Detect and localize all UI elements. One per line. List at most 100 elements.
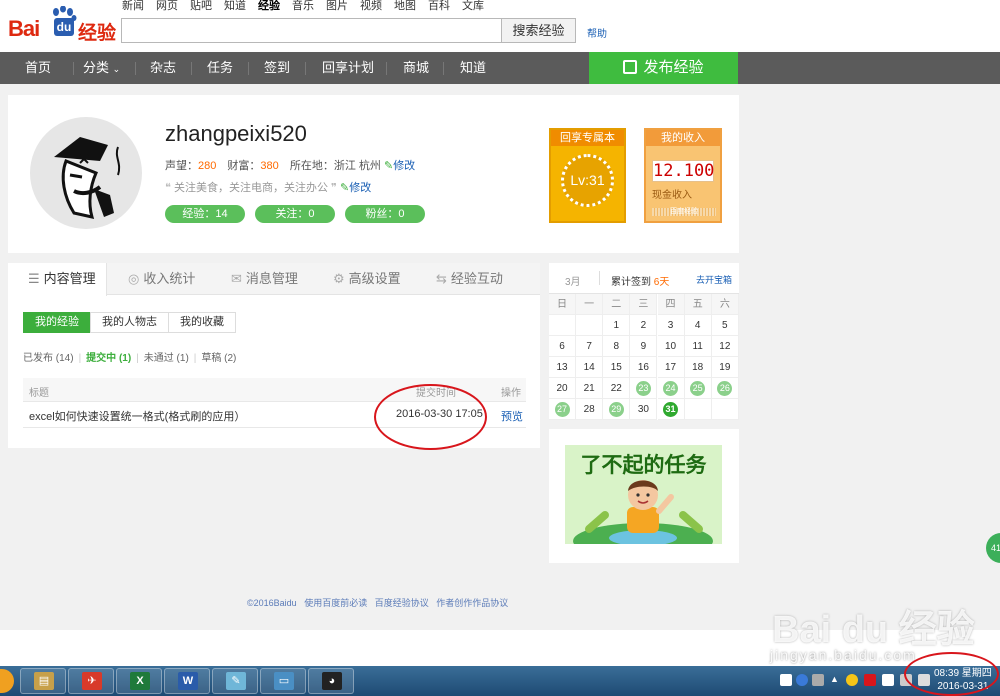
calendar-day[interactable]: 7	[576, 336, 604, 357]
explorer-icon[interactable]: ▤	[20, 668, 66, 694]
experience-title-link[interactable]: excel如何快速设置统一格式(格式刷的应用）	[29, 408, 245, 424]
calendar-day[interactable]: 31	[657, 399, 685, 420]
tray-app-icon[interactable]	[864, 674, 876, 686]
calendar-day[interactable]: 19	[711, 357, 739, 378]
tab-messages[interactable]: ✉ 消息管理	[231, 263, 298, 295]
nav-checkin[interactable]: 签到	[264, 52, 290, 84]
topnav-item[interactable]: 地图	[394, 0, 416, 14]
calendar-day[interactable]: 27	[549, 399, 576, 420]
filter-published[interactable]: 已发布 (14)	[23, 353, 74, 364]
tray-flag-icon[interactable]	[882, 674, 894, 686]
calendar-day[interactable]: 28	[576, 399, 604, 420]
following-count-pill[interactable]: 关注：0	[255, 205, 335, 223]
nav-tasks[interactable]: 任务	[207, 52, 233, 84]
subtab-my-favorites[interactable]: 我的收藏	[168, 312, 236, 333]
tab-interaction[interactable]: ⇆ 经验互动	[436, 263, 503, 295]
publish-experience-button[interactable]: 发布经验	[589, 52, 738, 84]
footer-link-author-agreement[interactable]: 作者创作作品协议	[436, 598, 508, 608]
window-icon[interactable]: ▭	[260, 668, 306, 694]
nav-magazine[interactable]: 杂志	[150, 52, 176, 84]
nav-home[interactable]: 首页	[25, 52, 51, 84]
topnav-item[interactable]: 知道	[224, 0, 246, 14]
calendar-day[interactable]: 16	[630, 357, 658, 378]
followers-count-pill[interactable]: 粉丝：0	[345, 205, 425, 223]
calendar-day[interactable]: 11	[684, 336, 712, 357]
calendar-day[interactable]: 24	[657, 378, 685, 399]
calendar-day[interactable]: 26	[711, 378, 739, 399]
topnav-item[interactable]: 视频	[360, 0, 382, 14]
topnav-item[interactable]: 图片	[326, 0, 348, 14]
qq-icon[interactable]: ◕	[308, 668, 354, 694]
calendar-day[interactable]: 1	[603, 315, 631, 336]
calendar-day[interactable]: 14	[576, 357, 604, 378]
media-icon[interactable]: ✈	[68, 668, 114, 694]
calendar-day[interactable]: 2	[630, 315, 658, 336]
calendar-day[interactable]: 17	[657, 357, 685, 378]
calendar-day[interactable]: 5	[711, 315, 739, 336]
nav-zhidao[interactable]: 知道	[460, 52, 486, 84]
calendar-day[interactable]: 21	[576, 378, 604, 399]
preview-link[interactable]: 预览	[501, 408, 523, 424]
calendar-day[interactable]: 23	[630, 378, 658, 399]
side-float-button[interactable]: 41	[986, 533, 1000, 563]
nav-share-plan[interactable]: 回享计划	[322, 52, 374, 84]
calendar-day[interactable]: 20	[549, 378, 576, 399]
subtab-my-experience[interactable]: 我的经验	[23, 312, 91, 333]
topnav-item[interactable]: 文库	[462, 0, 484, 14]
great-task-banner[interactable]: 了不起的任务	[565, 445, 722, 544]
filter-submitting[interactable]: 提交中 (1)	[86, 353, 131, 364]
calendar-day[interactable]: 6	[549, 336, 576, 357]
calendar-day[interactable]: 4	[684, 315, 712, 336]
calendar-day[interactable]: 25	[684, 378, 712, 399]
calendar-day[interactable]: 9	[630, 336, 658, 357]
calendar-day[interactable]: 10	[657, 336, 685, 357]
calendar-day[interactable]: 30	[630, 399, 658, 420]
level-badge[interactable]: 回享专属本 Lv:31	[549, 128, 626, 223]
calendar-day[interactable]: 13	[549, 357, 576, 378]
footer-link-agreement[interactable]: 百度经验协议	[375, 598, 429, 608]
search-input[interactable]	[121, 18, 502, 43]
calendar-day[interactable]: 3	[657, 315, 685, 336]
tray-paw-icon[interactable]	[780, 674, 792, 686]
tab-advanced-settings[interactable]: ⚙ 高级设置	[333, 263, 401, 295]
calendar-day[interactable]: 15	[603, 357, 631, 378]
calendar-day[interactable]: 8	[603, 336, 631, 357]
topnav-item[interactable]: 百科	[428, 0, 450, 14]
tab-income-stats[interactable]: ◎ 收入统计	[128, 263, 195, 295]
edit-bio-link[interactable]: ✎修改	[340, 182, 371, 194]
subtab-my-people[interactable]: 我的人物志	[90, 312, 169, 333]
excel-icon[interactable]: X	[116, 668, 162, 694]
help-link[interactable]: 帮助	[587, 25, 607, 40]
avatar[interactable]	[30, 117, 142, 229]
notepad-icon[interactable]: ✎	[212, 668, 258, 694]
nav-divider	[386, 62, 387, 75]
topnav-item-active[interactable]: 经验	[258, 0, 280, 14]
topnav-item[interactable]: 音乐	[292, 0, 314, 14]
calendar-day[interactable]: 22	[603, 378, 631, 399]
filter-drafts[interactable]: 草稿 (2)	[201, 353, 236, 364]
search-button[interactable]: 搜索经验	[502, 18, 576, 43]
nav-mall[interactable]: 商城	[403, 52, 429, 84]
experience-count-pill[interactable]: 经验：14	[165, 205, 245, 223]
open-treasure-link[interactable]: 去开宝箱	[696, 273, 732, 286]
edit-location-link[interactable]: ✎修改	[384, 160, 415, 172]
tray-help-icon[interactable]	[796, 674, 808, 686]
topnav-item[interactable]: 贴吧	[190, 0, 212, 14]
calendar-day[interactable]: 12	[711, 336, 739, 357]
baidu-jingyan-logo[interactable]: Bai du 经验	[8, 6, 116, 44]
tray-sync-icon[interactable]	[812, 674, 824, 686]
nav-category[interactable]: 分类 ⌄	[83, 52, 120, 84]
tab-content-management[interactable]: ☰ 内容管理	[8, 263, 107, 296]
signed-day-marker: 25	[690, 381, 706, 396]
start-button[interactable]	[0, 669, 14, 693]
tray-expand-icon[interactable]: ▲	[830, 674, 842, 686]
topnav-item[interactable]: 新闻	[122, 0, 144, 14]
filter-rejected[interactable]: 未通过 (1)	[144, 353, 189, 364]
footer-link-terms[interactable]: 使用百度前必读	[304, 598, 367, 608]
topnav-item[interactable]: 网页	[156, 0, 178, 14]
income-badge[interactable]: 我的收入 12.100 现金收入 百度经验	[644, 128, 722, 223]
calendar-day[interactable]: 18	[684, 357, 712, 378]
word-icon[interactable]: W	[164, 668, 210, 694]
tray-security-icon[interactable]	[846, 674, 858, 686]
calendar-day[interactable]: 29	[603, 399, 631, 420]
